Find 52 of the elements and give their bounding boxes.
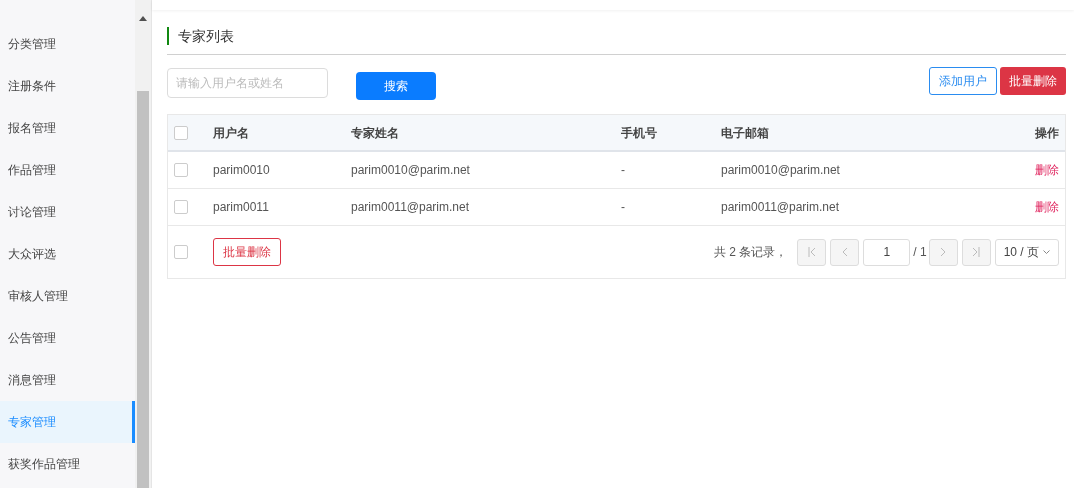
batch-delete-button[interactable]: 批量删除: [213, 238, 281, 266]
table-cell: -: [621, 200, 625, 214]
next-page-button[interactable]: [928, 238, 958, 266]
scrollbar[interactable]: [135, 0, 151, 488]
checkbox[interactable]: [174, 200, 188, 214]
table-cell: parim0011@parim.net: [351, 200, 469, 214]
table-cell: parim0011@parim.net: [721, 200, 839, 214]
chevron-down-icon: [1043, 250, 1050, 254]
scrollbar-thumb[interactable]: [137, 91, 150, 488]
sidebar-item[interactable]: 分类管理: [0, 23, 136, 65]
page-size-select[interactable]: 10 / 页: [994, 238, 1059, 266]
last-page-button[interactable]: [961, 238, 991, 266]
delete-link[interactable]: 删除: [1035, 198, 1065, 216]
table-cell: parim0011: [213, 200, 269, 214]
sidebar-item[interactable]: 消息管理: [0, 359, 136, 401]
sidebar-item[interactable]: 公告管理: [0, 317, 136, 359]
scroll-up-icon[interactable]: [139, 16, 148, 21]
previous-page-button[interactable]: [830, 238, 860, 266]
column-header: 专家姓名: [351, 125, 399, 140]
add-user-button[interactable]: 添加用户: [929, 67, 997, 95]
sidebar-item[interactable]: 讨论管理: [0, 191, 136, 233]
column-header: 电子邮箱: [721, 125, 769, 140]
page-input[interactable]: 1: [863, 238, 911, 266]
table-cell: parim0010@parim.net: [351, 163, 470, 177]
batch-delete-button[interactable]: 批量删除: [1000, 67, 1066, 95]
search-button[interactable]: 搜索: [356, 72, 436, 100]
table-cell: -: [621, 163, 625, 177]
page-title: 专家列表: [178, 27, 234, 45]
column-header: 手机号: [621, 125, 657, 140]
column-header: 操作: [1035, 125, 1059, 140]
last-page-icon: [972, 247, 981, 257]
sidebar-item[interactable]: 注册条件: [0, 65, 136, 107]
first-page-button[interactable]: [797, 238, 827, 266]
first-page-icon: [807, 247, 816, 257]
checkbox[interactable]: [174, 245, 188, 259]
checkbox[interactable]: [174, 125, 188, 140]
checkbox[interactable]: [174, 163, 188, 177]
sidebar-item[interactable]: 作品管理: [0, 149, 136, 191]
table-cell: parim0010: [213, 163, 270, 177]
chevron-right-icon: [940, 247, 947, 257]
total-pages: / 1: [913, 244, 927, 261]
sidebar-item[interactable]: 大众评选: [0, 233, 136, 275]
chevron-left-icon: [841, 247, 848, 257]
delete-link[interactable]: 删除: [1035, 161, 1065, 179]
section-marker: [167, 27, 169, 45]
sidebar-item[interactable]: 报名管理: [0, 107, 136, 149]
column-header: 用户名: [213, 125, 249, 140]
table-cell: parim0010@parim.net: [721, 163, 840, 177]
sidebar-item[interactable]: 审核人管理: [0, 275, 136, 317]
search-field[interactable]: 请输入用户名或姓名: [167, 68, 328, 98]
sidebar-item[interactable]: 获奖作品管理: [0, 443, 136, 485]
record-count: 共 2 条记录，: [713, 244, 788, 261]
